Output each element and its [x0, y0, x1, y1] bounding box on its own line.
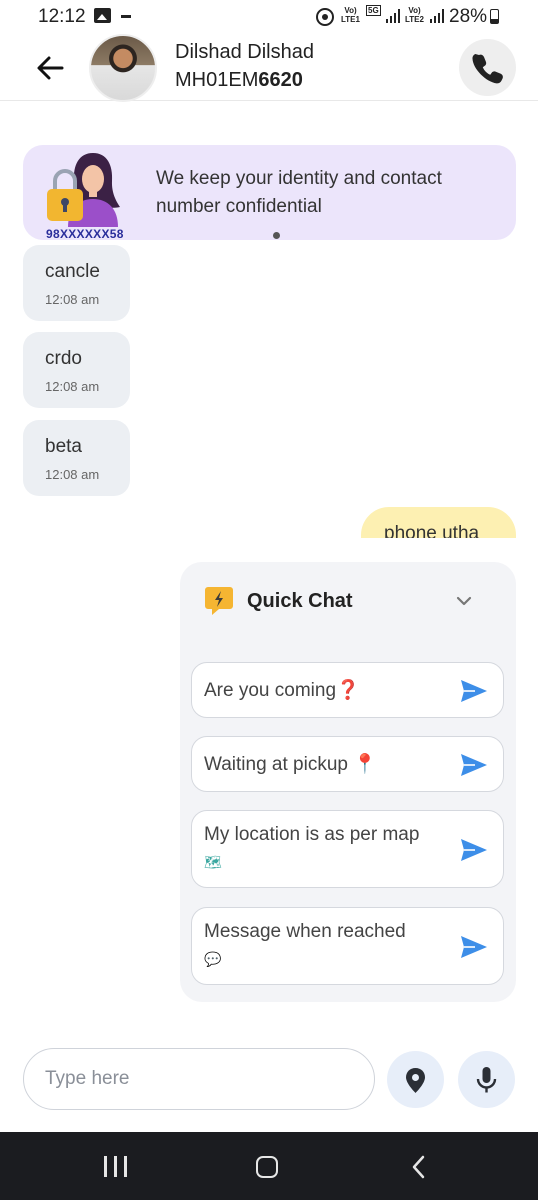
- privacy-banner: 98XXXXXX58 We keep your identity and con…: [23, 145, 516, 241]
- message-time: 12:08 am: [45, 379, 100, 394]
- voice-message-button[interactable]: [458, 1051, 515, 1108]
- quick-chat-item-label: Message when reached: [204, 921, 406, 942]
- quick-chat-item[interactable]: Waiting at pickup 📍: [191, 736, 504, 792]
- quick-chat-item-text: Are you coming❓: [204, 677, 454, 704]
- sim2-tag-bottom: LTE2: [405, 15, 424, 24]
- quick-chat-item-text: Waiting at pickup 📍: [204, 751, 454, 778]
- battery-percent: 28%: [449, 6, 488, 27]
- message-text: cancle: [45, 261, 100, 282]
- privacy-banner-text: We keep your identity and contact number…: [156, 168, 442, 217]
- signal-icon: [430, 9, 446, 23]
- quick-chat-item-text: My location is as per map 🗺: [204, 821, 454, 876]
- map-pin-icon: 📍: [353, 754, 377, 775]
- location-pin-icon: [406, 1068, 425, 1093]
- vehicle-number: MH01EM6620: [175, 69, 303, 92]
- question-mark-icon: ❓: [336, 680, 360, 701]
- chat-header: Dilshad Dilshad MH01EM6620: [0, 34, 538, 102]
- quick-chat-item[interactable]: Message when reached 💬: [191, 907, 504, 985]
- send-icon[interactable]: [459, 678, 489, 704]
- sim2-tag: Vo) LTE2: [405, 6, 424, 24]
- send-icon[interactable]: [459, 934, 489, 960]
- system-nav-bar: [0, 1132, 538, 1200]
- send-icon[interactable]: [459, 752, 489, 778]
- send-icon[interactable]: [459, 837, 489, 863]
- quick-chat-item-text: Message when reached 💬: [204, 918, 454, 973]
- quick-chat-item[interactable]: My location is as per map 🗺: [191, 810, 504, 888]
- message-text: crdo: [45, 348, 82, 369]
- home-icon[interactable]: [256, 1156, 278, 1178]
- message-bubble-incoming[interactable]: cancle 12:08 am: [23, 245, 130, 321]
- map-icon: 🗺: [204, 854, 222, 870]
- message-text: beta: [45, 436, 82, 457]
- status-bar: 12:12 Vo) LTE1 5G Vo) LTE2 28%: [0, 0, 538, 34]
- signal-icon: [386, 9, 402, 23]
- sim1-tag: Vo) LTE1: [341, 6, 360, 24]
- privacy-illustration: [47, 153, 120, 227]
- quick-chat-item[interactable]: Are you coming❓: [191, 662, 504, 718]
- gallery-icon: [94, 8, 111, 23]
- chevron-left-icon[interactable]: [407, 1154, 431, 1180]
- masked-number: 98XXXXXX58: [46, 227, 124, 241]
- sim2-tag-top: Vo): [408, 6, 421, 15]
- message-bubble-outgoing[interactable]: phone utha: [361, 507, 516, 538]
- message-input[interactable]: [23, 1048, 375, 1110]
- share-location-button[interactable]: [387, 1051, 444, 1108]
- back-button[interactable]: [30, 50, 70, 86]
- microphone-icon: [476, 1067, 497, 1093]
- message-text: phone utha: [384, 523, 480, 538]
- speech-bubble-icon: 💬: [204, 951, 222, 967]
- message-time: 12:08 am: [45, 467, 100, 482]
- arrow-left-icon: [37, 56, 64, 80]
- lightning-icon: [205, 587, 233, 615]
- vehicle-number-prefix: MH01EM: [175, 69, 259, 91]
- network-tag: 5G: [366, 5, 381, 16]
- vehicle-number-suffix: 6620: [258, 69, 303, 91]
- call-button[interactable]: [459, 39, 516, 96]
- pagination-dot: [273, 232, 280, 239]
- message-time: 12:08 am: [45, 292, 100, 307]
- status-time: 12:12: [38, 6, 86, 27]
- chevron-down-icon[interactable]: [452, 590, 476, 612]
- phone-icon: [472, 54, 503, 84]
- avatar[interactable]: [89, 34, 157, 102]
- recents-icon[interactable]: [104, 1156, 128, 1178]
- quick-chat-item-label: Are you coming: [204, 680, 337, 701]
- sim1-tag-top: Vo): [344, 6, 357, 15]
- contact-name: Dilshad Dilshad: [175, 41, 314, 63]
- quick-chat-item-label: Waiting at pickup: [204, 754, 348, 775]
- quick-chat-title: Quick Chat: [247, 590, 353, 612]
- hotspot-icon: [316, 8, 334, 26]
- message-bubble-incoming[interactable]: beta 12:08 am: [23, 420, 130, 496]
- sim1-tag-bottom: LTE1: [341, 15, 360, 24]
- message-bubble-incoming[interactable]: crdo 12:08 am: [23, 332, 130, 408]
- minus-icon: [121, 15, 131, 18]
- quick-chat-panel: Quick Chat Are you coming❓ Waiting at pi…: [180, 562, 516, 1002]
- quick-chat-item-label: My location is as per map: [204, 824, 420, 845]
- battery-icon: [490, 9, 499, 24]
